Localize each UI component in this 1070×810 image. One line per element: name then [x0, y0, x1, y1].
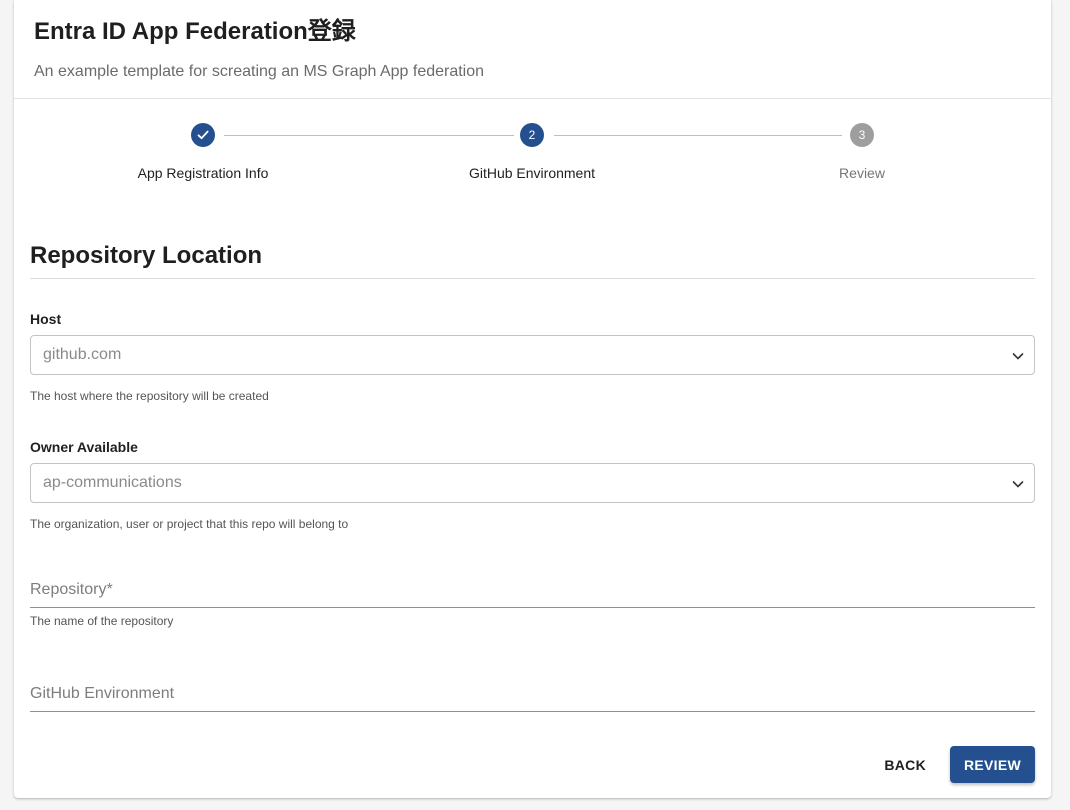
- back-button[interactable]: BACK: [872, 747, 938, 783]
- chevron-down-icon: [1012, 481, 1024, 488]
- owner-select-value: ap-communications: [43, 474, 182, 491]
- page-header: Entra ID App Federation登録 An example tem…: [14, 0, 1051, 99]
- action-buttons: BACK REVIEW: [872, 746, 1035, 783]
- page-title: Entra ID App Federation登録: [34, 18, 356, 45]
- stepper: App Registration Info 2 GitHub Environme…: [14, 99, 1051, 199]
- form-card: Entra ID App Federation登録 An example tem…: [14, 0, 1051, 798]
- step-1-circle: [191, 123, 215, 147]
- host-select[interactable]: github.com: [30, 335, 1035, 375]
- chevron-down-icon: [1012, 353, 1024, 360]
- repository-form: Repository Location Host github.com The …: [30, 240, 1035, 712]
- section-title: Repository Location: [30, 240, 1035, 279]
- repository-field-group: Repository* The name of the repository: [30, 581, 1035, 628]
- repository-placeholder: Repository*: [30, 581, 113, 598]
- step-3-circle: 3: [850, 123, 874, 147]
- step-label: Review: [839, 165, 885, 181]
- owner-select[interactable]: ap-communications: [30, 463, 1035, 503]
- host-helper-text: The host where the repository will be cr…: [30, 389, 269, 403]
- host-label: Host: [30, 311, 62, 327]
- host-field-group: Host github.com The host where the repos…: [30, 311, 1035, 403]
- step-github-environment[interactable]: 2 GitHub Environment: [432, 123, 632, 181]
- owner-label: Owner Available: [30, 439, 138, 455]
- owner-field-group: Owner Available ap-communications The or…: [30, 439, 1035, 531]
- check-icon: [197, 130, 209, 140]
- environment-field-group: GitHub Environment: [30, 685, 1035, 712]
- page-subtitle: An example template for screating an MS …: [34, 63, 485, 80]
- step-review[interactable]: 3 Review: [762, 123, 962, 181]
- host-select-value: github.com: [43, 346, 122, 363]
- repository-helper-text: The name of the repository: [30, 614, 174, 628]
- step-app-registration-info[interactable]: App Registration Info: [103, 123, 303, 181]
- step-label: GitHub Environment: [468, 165, 596, 181]
- step-label: App Registration Info: [137, 165, 269, 181]
- repository-input[interactable]: Repository*: [30, 581, 1035, 608]
- step-2-circle: 2: [520, 123, 544, 147]
- owner-helper-text: The organization, user or project that t…: [30, 517, 349, 531]
- review-button[interactable]: REVIEW: [950, 746, 1035, 783]
- github-environment-input[interactable]: GitHub Environment: [30, 685, 1035, 712]
- github-environment-placeholder: GitHub Environment: [30, 685, 175, 702]
